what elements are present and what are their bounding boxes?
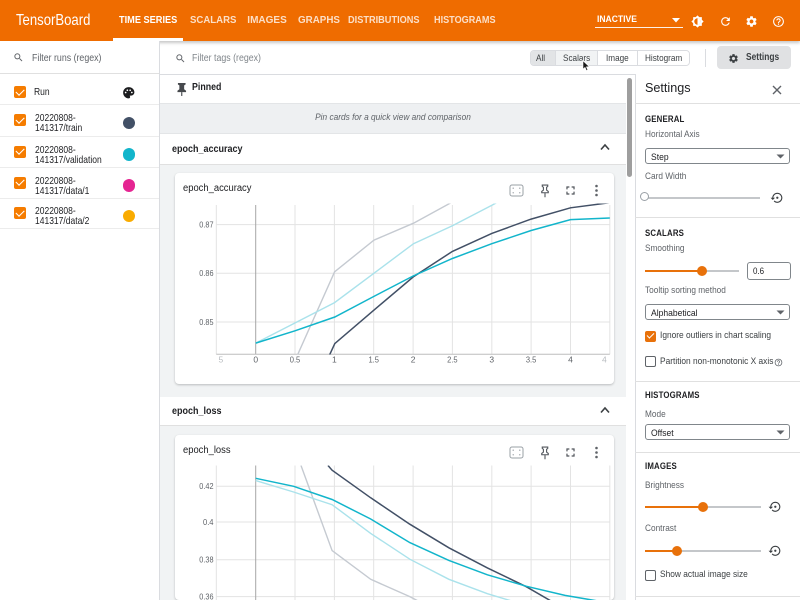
svg-text:1.5: 1.5 bbox=[368, 355, 379, 365]
svg-text:2: 2 bbox=[411, 355, 416, 365]
svg-text:3.5: 3.5 bbox=[526, 355, 537, 365]
svg-text:0.36: 0.36 bbox=[199, 592, 213, 600]
svg-text:0: 0 bbox=[253, 355, 258, 365]
svg-text:1: 1 bbox=[332, 355, 337, 365]
svg-text:0.4: 0.4 bbox=[203, 517, 214, 527]
svg-text:0.42: 0.42 bbox=[199, 481, 213, 491]
svg-text:0.5: 0.5 bbox=[290, 355, 301, 365]
svg-text:2.5: 2.5 bbox=[447, 355, 458, 365]
svg-text:0.86: 0.86 bbox=[199, 268, 213, 278]
svg-text:0.87: 0.87 bbox=[199, 220, 213, 230]
svg-text:0.38: 0.38 bbox=[199, 555, 213, 565]
svg-text:3: 3 bbox=[489, 355, 494, 365]
svg-text:5: 5 bbox=[219, 355, 224, 365]
svg-text:0.85: 0.85 bbox=[199, 317, 213, 327]
svg-text:4: 4 bbox=[568, 355, 573, 365]
svg-text:4: 4 bbox=[602, 355, 607, 365]
